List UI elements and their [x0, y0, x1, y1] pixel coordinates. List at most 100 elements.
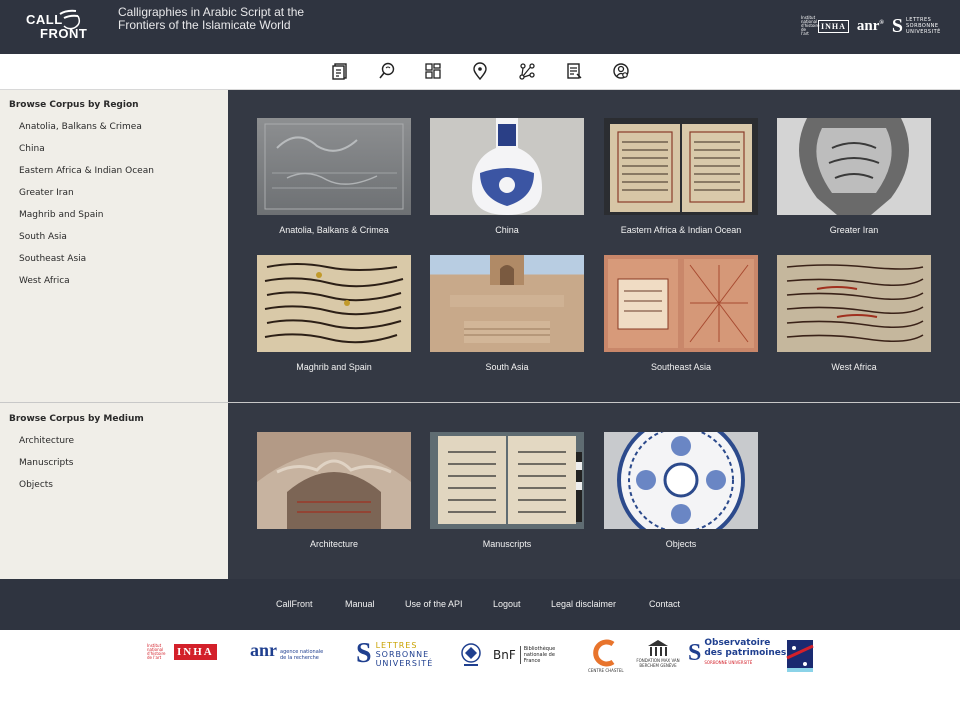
sidebar-item-manuscripts[interactable]: Manuscripts [19, 458, 73, 468]
thumbnail-greater-iran [777, 118, 931, 215]
region-sidebar: Browse Corpus by Region Anatolia, Balkan… [0, 90, 228, 402]
card-label-architecture: Architecture [309, 539, 359, 549]
sidebar-item-eastern-africa[interactable]: Eastern Africa & Indian Ocean [19, 166, 154, 176]
sidebar-item-south-asia[interactable]: South Asia [19, 232, 67, 242]
card-label-southeast-asia: Southeast Asia [650, 362, 712, 372]
thumbnail-southeast-asia [604, 255, 758, 352]
sidebar-item-anatolia[interactable]: Anatolia, Balkans & Crimea [19, 122, 142, 132]
sorbonne-logo-mark: S [356, 638, 372, 669]
inha-logo-small: Institut national d'histoire de l'art IN… [801, 16, 849, 36]
footer-link-api[interactable]: Use of the API [405, 599, 463, 609]
footer-link-legal[interactable]: Legal disclaimer [551, 599, 616, 609]
fondation-logo: FONDATION MAX VAN BERCHEM GENÈVE [636, 638, 680, 668]
thumbnail-anatolia [257, 118, 411, 215]
card-greater-iran[interactable]: Greater Iran [777, 118, 931, 235]
inha-logo-text: Institut national d'histoire de l'art [147, 643, 166, 660]
card-eastern-africa[interactable]: Eastern Africa & Indian Ocean [604, 118, 758, 235]
observatoire-l3: SORBONNE UNIVERSITÉ [704, 660, 753, 665]
thumbnail-china [430, 118, 584, 215]
card-label-anatolia: Anatolia, Balkans & Crimea [279, 225, 389, 235]
anr-small-text: anr [856, 17, 880, 34]
card-objects[interactable]: Objects [604, 432, 758, 549]
partner-emblem-icon [460, 642, 482, 672]
user-icon[interactable] [610, 60, 632, 82]
callfront-logo[interactable]: CALL FRONT [26, 8, 90, 46]
grid-icon[interactable] [422, 60, 444, 82]
medium-heading: Browse Corpus by Medium [9, 414, 144, 424]
bnf-logo-subtext: Bibliothèque nationale de France [519, 646, 570, 664]
corpus-icon[interactable] [329, 60, 351, 82]
thumbnail-west-africa [777, 255, 931, 352]
card-southeast-asia[interactable]: Southeast Asia [604, 255, 758, 372]
network-icon[interactable] [516, 60, 538, 82]
sidebar-item-maghrib[interactable]: Maghrib and Spain [19, 210, 103, 220]
inha-small-text: Institut national d'histoire de l'art [801, 15, 820, 36]
sorbonne-small-text: LETTRES SORBONNE UNIVERSITÉ [906, 17, 941, 35]
card-label-greater-iran: Greater Iran [829, 225, 879, 235]
card-maghrib[interactable]: Maghrib and Spain [257, 255, 411, 372]
logo-calligraphy-icon [59, 9, 81, 30]
centre-chastel-logo: CENTRE CHASTEL [588, 638, 624, 673]
observatoire-l1: Observatoire [704, 638, 771, 648]
anr-logo: anr agence nationale de la recherche [250, 640, 330, 661]
medium-grid: Architecture Manuscripts Objects [228, 403, 960, 579]
sorbonne-logo: S LETTRES SORBONNE UNIVERSITÉ [356, 638, 433, 670]
card-label-china: China [495, 225, 519, 235]
fondation-building-icon [648, 640, 668, 656]
card-west-africa[interactable]: West Africa [777, 255, 931, 372]
anr-logo-subtext: agence nationale de la recherche [280, 649, 324, 661]
sorbonne-logo-text: LETTRES SORBONNE UNIVERSITÉ [376, 641, 434, 668]
sidebar-item-greater-iran[interactable]: Greater Iran [19, 188, 74, 198]
sidebar-item-architecture[interactable]: Architecture [19, 436, 74, 446]
site-footer: CallFront Manual Use of the API Logout L… [0, 579, 960, 630]
footer-link-manual[interactable]: Manual [345, 599, 375, 609]
thumbnail-architecture [257, 432, 411, 529]
anr-logo-small: anr® [856, 17, 884, 34]
sorbonne-logo-l3: UNIVERSITÉ [375, 658, 434, 668]
search-icon[interactable] [376, 60, 398, 82]
observatoire-l2: des patrimoines [704, 648, 787, 658]
inha-logo-mark: INHA [174, 644, 217, 660]
site-title: Calligraphies in Arabic Script at the Fr… [118, 5, 305, 32]
card-anatolia[interactable]: Anatolia, Balkans & Crimea [257, 118, 411, 235]
sorbonne-small-mark: S [891, 14, 903, 37]
region-heading: Browse Corpus by Region [9, 100, 139, 110]
footer-link-logout[interactable]: Logout [493, 599, 521, 609]
map-pin-icon[interactable] [469, 60, 491, 82]
observatoire-text: Observatoire des patrimoines SORBONNE UN… [704, 638, 786, 668]
card-architecture[interactable]: Architecture [257, 432, 411, 549]
observatoire-mark: S [688, 639, 702, 666]
thumbnail-manuscripts [430, 432, 584, 529]
thumbnail-maghrib [257, 255, 411, 352]
card-manuscripts[interactable]: Manuscripts [430, 432, 584, 549]
bnf-logo: BnF Bibliothèque nationale de France [493, 646, 570, 664]
footer-link-contact[interactable]: Contact [649, 599, 680, 609]
thumbnail-eastern-africa [604, 118, 758, 215]
medium-sidebar: Browse Corpus by Medium Architecture Man… [0, 403, 228, 579]
sorbonne-logo-l1: LETTRES [375, 640, 418, 650]
centre-chastel-text: CENTRE CHASTEL [588, 668, 624, 673]
thumbnail-south-asia [430, 255, 584, 352]
header-partner-logos: Institut national d'histoire de l'art IN… [801, 14, 950, 38]
observatoire-logo: S Observatoire des patrimoines SORBONNE … [688, 638, 786, 668]
card-china[interactable]: China [430, 118, 584, 235]
sidebar-item-china[interactable]: China [19, 144, 45, 154]
anr-logo-text: anr [250, 640, 277, 660]
card-label-south-asia: South Asia [485, 362, 529, 372]
card-label-eastern-africa: Eastern Africa & Indian Ocean [620, 225, 742, 235]
card-south-asia[interactable]: South Asia [430, 255, 584, 372]
inha-small-mark: INHA [818, 19, 849, 33]
sorbonne-logo-l2: SORBONNE [375, 649, 430, 659]
card-label-west-africa: West Africa [831, 362, 877, 372]
notes-icon[interactable] [563, 60, 585, 82]
sidebar-item-southeast-asia[interactable]: Southeast Asia [19, 254, 86, 264]
partner-logos: Institut national d'histoire de l'art IN… [0, 630, 960, 702]
centre-chastel-icon [592, 639, 615, 667]
card-label-objects: Objects [665, 539, 697, 549]
sidebar-item-west-africa[interactable]: West Africa [19, 276, 70, 286]
cccs-emblem-icon [786, 640, 814, 672]
bnf-logo-text: BnF [493, 648, 516, 662]
footer-link-callfront[interactable]: CallFront [276, 599, 313, 609]
sidebar-item-objects[interactable]: Objects [19, 480, 53, 490]
thumbnail-objects [604, 432, 758, 529]
